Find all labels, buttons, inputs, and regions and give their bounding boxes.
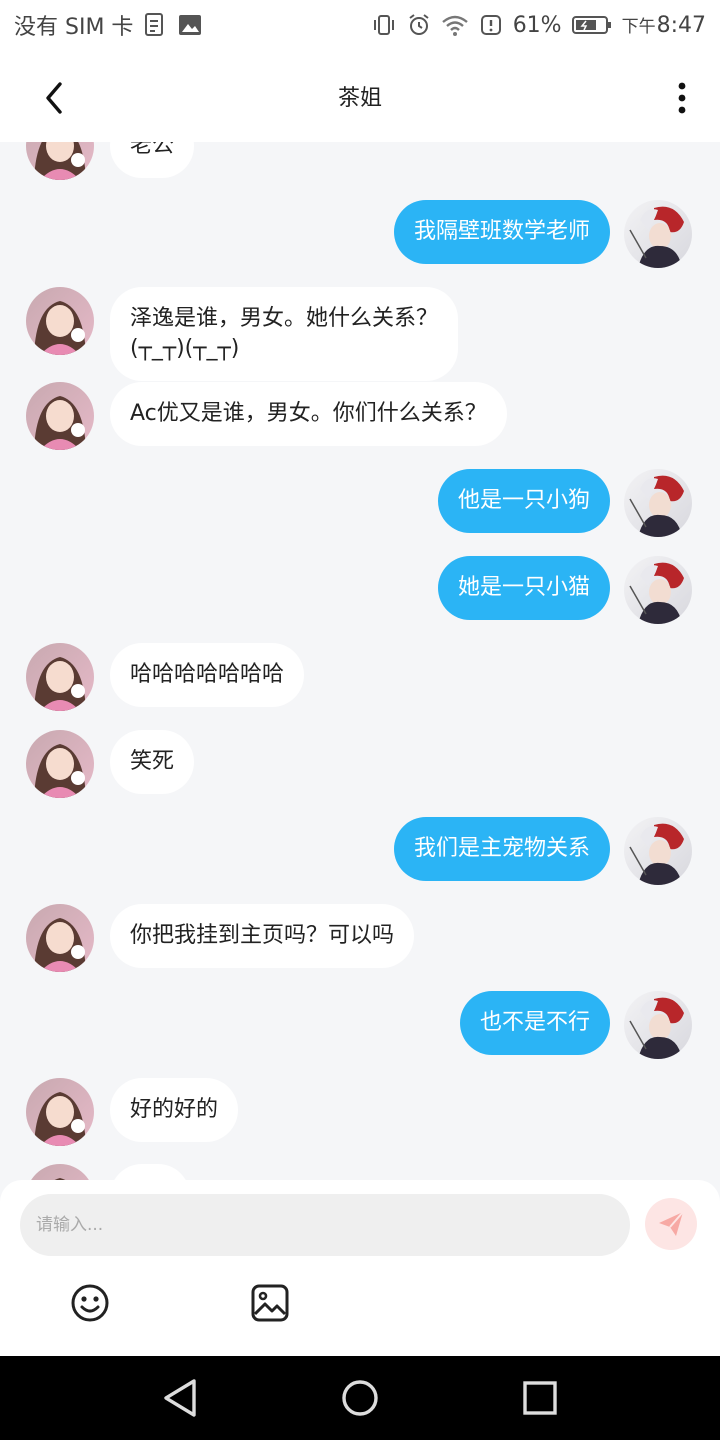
wifi-icon [441,13,469,37]
contact-avatar[interactable] [26,643,94,711]
chevron-left-icon [46,82,62,114]
battery-icon [571,14,612,36]
send-icon [659,1211,684,1236]
my-avatar[interactable] [624,469,692,537]
message-bubble[interactable]: 哈哈哈哈哈哈哈 [110,643,305,707]
message-bubble[interactable]: 也不是不行 [459,991,610,1055]
message-bubble[interactable]: 我们是主宠物关系 [393,817,610,881]
contact-avatar[interactable] [26,382,94,450]
contact-avatar[interactable] [26,1164,94,1180]
send-button[interactable] [645,1198,697,1250]
nav-back-button[interactable] [158,1376,202,1420]
alarm-icon [407,13,431,37]
battery-percent: 61% [512,12,562,38]
message-input[interactable] [20,1194,630,1256]
message-bubble[interactable] [110,1164,190,1180]
image-icon [177,13,203,37]
message-bubble[interactable]: 他是一只小狗 [437,469,610,533]
message-bubble[interactable]: 她是一只小猫 [437,556,610,620]
emoji-button[interactable] [70,1283,110,1323]
time-prefix: 下午 [621,17,656,37]
emoji-icon [71,1284,109,1322]
contact-avatar[interactable] [26,904,94,972]
contact-avatar[interactable] [26,1078,94,1146]
back-button[interactable] [36,80,72,116]
message-bubble[interactable]: 笑死 [110,730,195,794]
more-vertical-icon [678,82,686,114]
my-avatar[interactable] [624,817,692,885]
contact-avatar[interactable] [26,730,94,798]
my-avatar[interactable] [624,991,692,1059]
carrier-text: 没有 SIM 卡 [14,15,134,40]
chat-messages[interactable]: 老公 我隔壁班数学老师 泽逸是谁，男女。她什么关系？ (┬_┬)(┬_┬) Ac… [0,142,720,1180]
my-avatar[interactable] [624,556,692,624]
message-bubble[interactable]: 好的好的 [110,1078,239,1142]
clock: 8:47 [656,13,706,38]
image-icon [251,1284,289,1322]
contact-avatar[interactable] [26,287,94,355]
message-bubble[interactable]: 我隔壁班数学老师 [393,200,610,264]
message-bubble[interactable]: Ac优又是谁，男女。你们什么关系？ [110,382,507,446]
input-panel [0,1180,720,1356]
my-avatar[interactable] [624,200,692,268]
nav-recents-button[interactable] [518,1376,562,1420]
system-nav-bar [0,1356,720,1440]
image-picker-button[interactable] [250,1283,290,1323]
page-title: 茶姐 [337,86,382,111]
status-right: 61% 下午 8:47 [371,12,706,38]
file-icon [143,12,167,38]
more-options-button[interactable] [670,80,694,116]
circle-home-icon [342,1380,378,1416]
status-bar: 没有 SIM 卡 61% 下午 8:47 [0,0,720,50]
status-left: 没有 SIM 卡 [14,9,203,41]
triangle-back-icon [164,1379,196,1417]
alert-icon [479,13,503,37]
vibrate-icon [371,13,397,37]
chat-header: 茶姐 [0,50,720,142]
contact-avatar[interactable] [26,142,94,180]
message-bubble[interactable]: 你把我挂到主页吗？可以吗 [110,904,415,968]
message-bubble[interactable]: 泽逸是谁，男女。她什么关系？ (┬_┬)(┬_┬) [110,287,459,381]
nav-home-button[interactable] [338,1376,382,1420]
message-bubble[interactable]: 老公 [110,142,195,178]
square-recents-icon [523,1381,557,1415]
